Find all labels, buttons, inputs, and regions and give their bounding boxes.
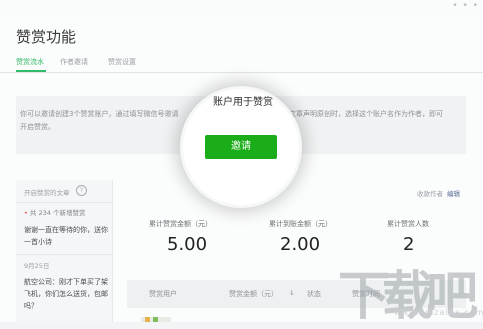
sidebar-header: 开启赞赏的文章 ?: [16, 180, 112, 203]
watermark-url: www.xiazaiba.com: [394, 308, 483, 317]
help-icon[interactable]: ?: [76, 185, 87, 196]
tab-reward-flow[interactable]: 赞赏流水: [16, 57, 44, 67]
tab-reward-settings[interactable]: 赞赏设置: [108, 57, 136, 67]
article-sidebar: 开启赞赏的文章 ? • 共 234 个新增赞赏 谢谢一直在等待的你，送你一首小诗…: [16, 180, 113, 322]
tab-author-invite[interactable]: 作者邀请: [60, 57, 88, 67]
magnified-text: 账户用于赞赏: [213, 97, 273, 108]
divider: [16, 254, 112, 255]
payee-author-row: 收款作者 编辑: [417, 188, 460, 198]
stat-total-people-value: 2: [403, 234, 415, 255]
new-dot-icon: •: [24, 209, 28, 217]
list-item-date: 9月25日: [24, 262, 50, 270]
tab-bar: 赞赏流水 作者邀请 赞赏设置: [0, 54, 483, 73]
notice-line1-left: 你可以邀请创建3个赞赏账户，通过填写微信号邀请: [20, 110, 179, 118]
site-watermark-logo: 下 载 吧 www.xiazaiba.com: [338, 254, 483, 327]
top-bar: • • •: [0, 0, 483, 19]
avatar: [141, 317, 171, 322]
col-header-sort-icon[interactable]: ↓: [289, 289, 295, 297]
stat-total-people-label: 累计赞赏人数: [387, 220, 429, 228]
stat-total-received-label: 累计到账金额（元）: [269, 220, 332, 228]
col-header-amount: 赞赏金额（元）: [229, 290, 278, 298]
list-item[interactable]: 谢谢一直在等待的你，送你一首小诗: [24, 224, 108, 248]
stat-total-reward-value: 5.00: [167, 234, 208, 255]
edit-link[interactable]: 编辑: [447, 190, 460, 198]
list-item[interactable]: 航空公司：刚才下单买了架飞机，你们怎么送货，包邮吗？: [24, 276, 108, 312]
new-reward-count: • 共 234 个新增赞赏: [24, 207, 85, 217]
col-header-status: 状态: [307, 290, 321, 298]
new-reward-count-text: 共 234 个新增赞赏: [29, 209, 86, 217]
stat-total-reward-label: 累计赞赏金额（元）: [149, 220, 212, 228]
more-dots-icon[interactable]: • • •: [452, 1, 479, 11]
payee-author-label: 收款作者: [417, 190, 443, 198]
watermark-glyph-3: 吧: [426, 266, 479, 327]
notice-line2: 开启赞赏。: [20, 123, 55, 131]
col-header-user: 赞赏用户: [149, 290, 177, 298]
active-tab-indicator: [16, 70, 46, 72]
invite-button[interactable]: 邀请: [205, 135, 277, 159]
page-title: 赞赏功能: [16, 28, 77, 46]
stat-total-received-value: 2.00: [280, 234, 321, 255]
sidebar-header-label: 开启赞赏的文章: [24, 189, 70, 197]
